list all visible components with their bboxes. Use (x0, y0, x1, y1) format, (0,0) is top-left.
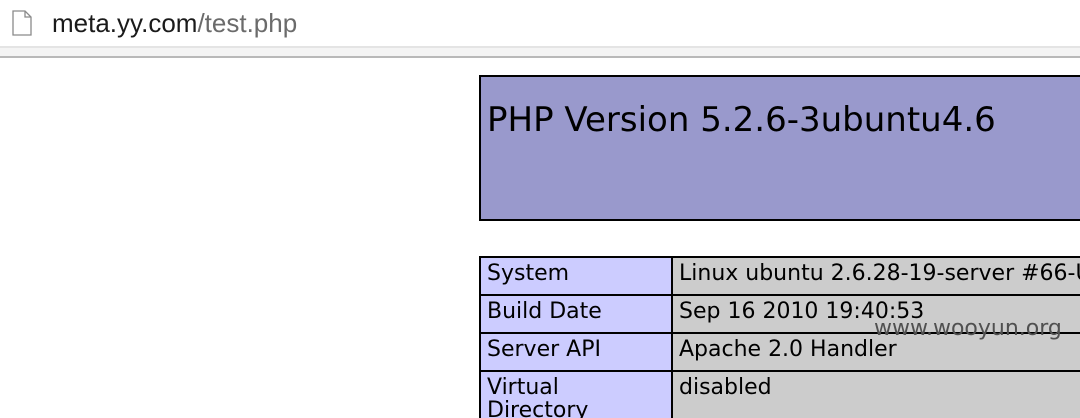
table-row: System Linux ubuntu 2.6.28-19-server #66… (479, 256, 1080, 296)
page-icon (12, 10, 32, 36)
row-label: Virtual Directory (479, 370, 673, 418)
row-label: Build Date (479, 294, 673, 334)
page-title: PHP Version 5.2.6-3ubuntu4.6 (487, 100, 996, 140)
url-path: /test.php (197, 8, 298, 38)
row-value: Linux ubuntu 2.6.28-19-server #66-U (671, 256, 1080, 296)
toolbar-strip (0, 48, 1080, 56)
row-label: Server API (479, 332, 673, 372)
row-label: System (479, 256, 673, 296)
table-row: Virtual Directory disabled (479, 370, 1080, 418)
watermark-text: www.wooyun.org (874, 316, 1062, 341)
url-host: meta.yy.com (52, 8, 198, 38)
url-text[interactable]: meta.yy.com/test.php (52, 7, 297, 39)
address-bar[interactable]: meta.yy.com/test.php (0, 0, 1080, 46)
php-header-box: PHP Version 5.2.6-3ubuntu4.6 (479, 75, 1080, 221)
row-value: disabled (671, 370, 1080, 418)
page-content: PHP Version 5.2.6-3ubuntu4.6 System Linu… (0, 58, 1080, 418)
